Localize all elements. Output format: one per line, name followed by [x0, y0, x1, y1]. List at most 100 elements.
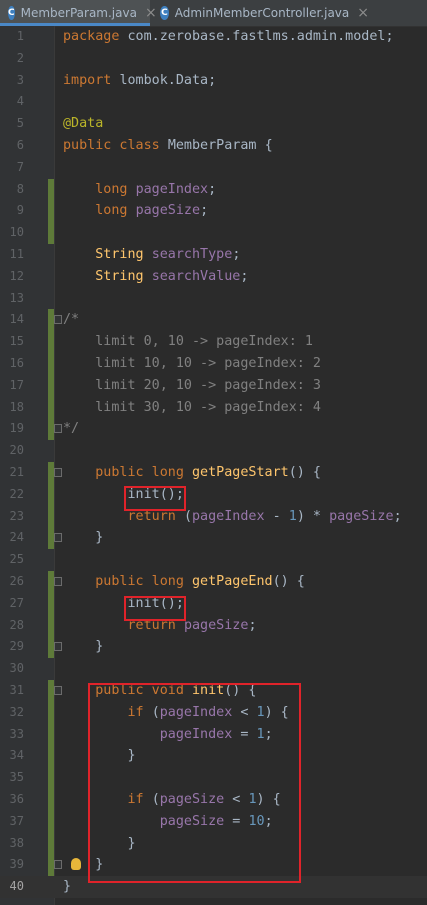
fold-toggle-icon[interactable] [54, 860, 62, 870]
code-line[interactable]: 4 [0, 91, 427, 113]
code-editor[interactable]: 1 package com.zerobase.fastlms.admin.mode… [0, 26, 427, 905]
vcs-change-marker[interactable] [48, 614, 54, 637]
code-line[interactable]: 26 public long getPageEnd() { [0, 571, 427, 593]
line-number: 30 [9, 661, 24, 676]
vcs-change-marker[interactable] [48, 789, 54, 811]
code-text: */ [63, 421, 80, 437]
code-line[interactable]: 20 [0, 440, 427, 462]
code-line[interactable]: 9 long pageSize; [0, 200, 427, 223]
code-line[interactable]: 32 if (pageIndex < 1) { [0, 701, 427, 724]
code-line[interactable]: 1 package com.zerobase.fastlms.admin.mode… [0, 26, 427, 48]
line-number: 6 [16, 138, 24, 152]
code-line[interactable]: 18 limit 30, 10 -> pageIndex: 4 [0, 396, 427, 419]
fold-toggle-icon[interactable] [54, 686, 62, 695]
code-line[interactable]: 16 limit 10, 10 -> pageIndex: 2 [0, 353, 427, 375]
line-number: 25 [9, 552, 24, 567]
code-text: return (pageIndex - 1) * pageSize; [63, 508, 402, 524]
vcs-change-marker[interactable] [48, 767, 54, 789]
line-number: 24 [9, 530, 24, 545]
code-line[interactable]: 15 limit 0, 10 -> pageIndex: 1 [0, 331, 427, 353]
code-text: } [63, 530, 104, 546]
vcs-change-marker[interactable] [48, 832, 54, 855]
line-number: 27 [9, 595, 24, 610]
tab-admin-member-controller[interactable]: C AdminMemberController.java × [154, 0, 369, 26]
vcs-change-marker[interactable] [48, 222, 54, 244]
line-number: 1 [16, 29, 24, 43]
code-line[interactable]: 29 } [0, 636, 427, 659]
fold-toggle-icon[interactable] [54, 577, 62, 586]
code-line[interactable]: 11 String searchType; [0, 244, 427, 266]
code-text: public class MemberParam { [63, 138, 273, 153]
code-line[interactable]: 21 public long getPageStart() { [0, 462, 427, 484]
code-line[interactable]: 17 limit 20, 10 -> pageIndex: 3 [0, 374, 427, 397]
vcs-change-marker[interactable] [48, 505, 54, 528]
code-text: @Data [63, 116, 104, 132]
code-text: } [63, 639, 104, 655]
code-line[interactable]: 6 public class MemberParam { [0, 135, 427, 157]
vcs-change-marker[interactable] [48, 701, 54, 724]
line-number: 20 [9, 443, 24, 458]
code-line[interactable]: 36 if (pageSize < 1) { [0, 789, 427, 811]
code-line[interactable]: 13 [0, 288, 427, 310]
line-number: 12 [9, 268, 24, 283]
code-text: long pageIndex; [63, 181, 217, 197]
code-line[interactable]: 3 import lombok.Data; [0, 70, 427, 92]
code-line[interactable]: 34 } [0, 745, 427, 768]
code-line[interactable]: 2 [0, 48, 427, 70]
close-tab-icon[interactable]: × [357, 5, 369, 21]
code-line[interactable]: 22 init(); [0, 483, 427, 506]
vcs-change-marker[interactable] [48, 331, 54, 353]
code-line[interactable]: 25 [0, 549, 427, 571]
vcs-change-marker[interactable] [48, 745, 54, 768]
code-line[interactable]: 40} [0, 876, 427, 898]
code-line[interactable]: 8 long pageIndex; [0, 178, 427, 201]
code-line[interactable]: 39 } [0, 854, 427, 877]
vcs-change-marker[interactable] [48, 353, 54, 375]
code-line[interactable]: 33 pageIndex = 1; [0, 723, 427, 746]
vcs-change-marker[interactable] [48, 178, 54, 201]
line-number: 2 [16, 50, 24, 65]
code-text: } [63, 879, 72, 895]
fold-toggle-icon[interactable] [54, 533, 62, 543]
line-number: 9 [16, 203, 24, 218]
code-text: pageSize = 10; [63, 813, 273, 829]
code-line[interactable]: 38 } [0, 832, 427, 855]
line-number: 19 [9, 421, 24, 436]
code-text: limit 10, 10 -> pageIndex: 2 [63, 356, 321, 371]
code-line[interactable]: 37 pageSize = 10; [0, 810, 427, 833]
code-line[interactable]: 14 /* [0, 309, 427, 332]
fold-toggle-icon[interactable] [54, 315, 62, 325]
vcs-change-marker[interactable] [48, 592, 54, 615]
code-line[interactable]: 24 } [0, 527, 427, 550]
code-line[interactable]: 30 [0, 658, 427, 680]
line-number: 32 [9, 704, 24, 719]
code-text: public void init() { [63, 683, 257, 698]
vcs-change-marker[interactable] [48, 483, 54, 506]
code-line[interactable]: 23 return (pageIndex - 1) * pageSize; [0, 505, 427, 528]
code-line[interactable]: 10 [0, 222, 427, 244]
vcs-change-marker[interactable] [48, 374, 54, 397]
code-line[interactable]: 19 */ [0, 418, 427, 441]
code-line[interactable]: 5 @Data [0, 113, 427, 135]
code-line[interactable]: 31 public void init() { [0, 680, 427, 702]
fold-toggle-icon[interactable] [54, 424, 62, 434]
code-line[interactable]: 35 [0, 767, 427, 789]
fold-toggle-icon[interactable] [54, 642, 62, 652]
code-line[interactable]: 27 init(); [0, 592, 427, 615]
code-text: String searchType; [63, 247, 241, 262]
line-number: 28 [9, 617, 24, 632]
code-line[interactable]: 28 return pageSize; [0, 614, 427, 637]
vcs-change-marker[interactable] [48, 810, 54, 833]
line-number: 21 [9, 465, 24, 479]
line-number: 11 [9, 247, 24, 261]
code-text: public long getPageEnd() { [63, 574, 305, 589]
java-class-icon: C [8, 6, 15, 20]
vcs-change-marker[interactable] [48, 396, 54, 419]
code-line[interactable]: 7 [0, 157, 427, 179]
tab-member-param[interactable]: C MemberParam.java × [0, 0, 157, 26]
code-line[interactable]: 12 String searchValue; [0, 266, 427, 288]
vcs-change-marker[interactable] [48, 200, 54, 223]
fold-toggle-icon[interactable] [54, 468, 62, 477]
line-number: 39 [9, 857, 24, 872]
vcs-change-marker[interactable] [48, 723, 54, 746]
